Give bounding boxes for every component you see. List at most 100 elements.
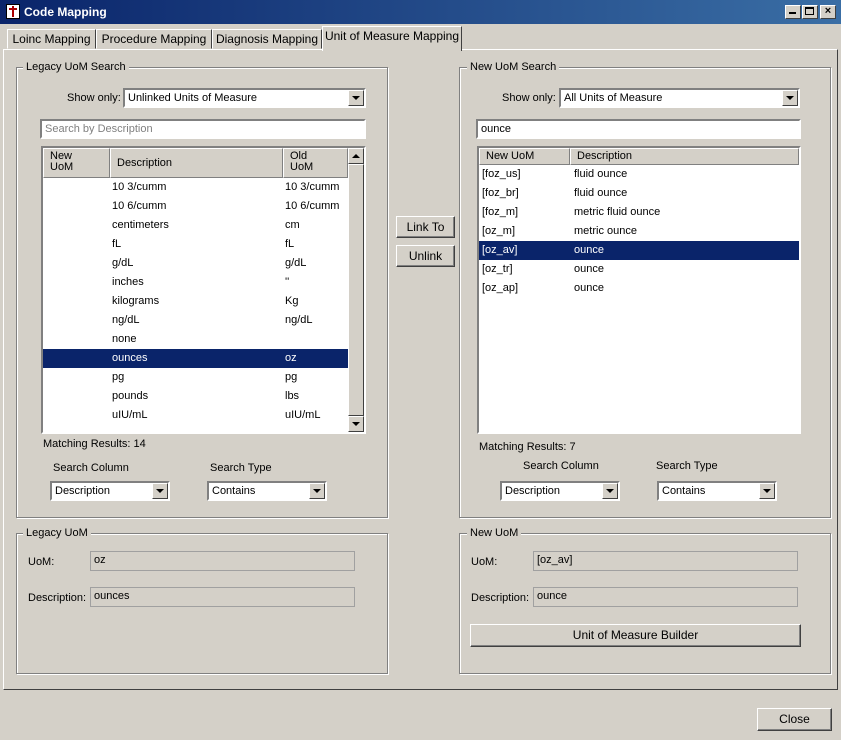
legacy-show-only-select[interactable]: Unlinked Units of Measure bbox=[123, 88, 366, 108]
column-header-description[interactable]: Description bbox=[110, 148, 283, 178]
column-header-new-uom[interactable]: New UoM bbox=[479, 148, 570, 165]
table-row[interactable]: 10 3/cumm 10 3/cumm bbox=[43, 178, 348, 197]
cell-old: 10 6/cumm bbox=[285, 200, 340, 212]
cell-desc: uIU/mL bbox=[112, 409, 148, 421]
new-uom-label: UoM: bbox=[471, 556, 498, 568]
table-row[interactable]: [foz_us] fluid ounce bbox=[479, 165, 799, 184]
legacy-matching-results: Matching Results: 14 bbox=[43, 438, 146, 450]
new-matching-results: Matching Results: 7 bbox=[479, 441, 576, 453]
table-row[interactable]: pounds lbs bbox=[43, 387, 348, 406]
title-bar bbox=[0, 0, 841, 24]
new-uom-field: [oz_av] bbox=[533, 551, 798, 571]
cell-desc: pounds bbox=[112, 390, 149, 402]
legacy-search-column-label: Search Column bbox=[53, 462, 129, 474]
legacy-search-type-select[interactable]: Contains bbox=[207, 481, 327, 501]
table-row[interactable]: pg pg bbox=[43, 368, 348, 387]
tab-loinc-mapping[interactable]: Loinc Mapping bbox=[7, 29, 96, 49]
new-search-column-label: Search Column bbox=[523, 460, 599, 472]
close-button[interactable]: Close bbox=[757, 708, 832, 731]
new-search-column-select[interactable]: Description bbox=[500, 481, 620, 501]
cell-old: g/dL bbox=[285, 257, 307, 269]
new-search-type-select[interactable]: Contains bbox=[657, 481, 777, 501]
table-row[interactable]: [oz_tr] ounce bbox=[479, 260, 799, 279]
table-row[interactable]: ounces oz bbox=[43, 349, 348, 368]
table-row[interactable]: [oz_av] ounce bbox=[479, 241, 799, 260]
cell-desc: 10 3/cumm bbox=[112, 181, 167, 193]
chevron-down-icon[interactable] bbox=[348, 90, 364, 106]
table-row[interactable]: [oz_ap] ounce bbox=[479, 279, 799, 298]
minimize-button[interactable] bbox=[785, 5, 801, 19]
table-row[interactable]: 10 6/cumm 10 6/cumm bbox=[43, 197, 348, 216]
cell-desc: ounces bbox=[112, 352, 148, 364]
legacy-show-only-label: Show only: bbox=[67, 92, 121, 104]
tab-diagnosis-mapping[interactable]: Diagnosis Mapping bbox=[212, 29, 322, 49]
app-icon bbox=[6, 4, 20, 19]
cell-old: Kg bbox=[285, 295, 299, 307]
chevron-down-icon[interactable] bbox=[602, 483, 618, 499]
scroll-down-icon[interactable] bbox=[348, 416, 364, 432]
column-header-old-uom[interactable]: Old UoM bbox=[283, 148, 348, 178]
legacy-search-column-select[interactable]: Description bbox=[50, 481, 170, 501]
table-row[interactable]: inches '' bbox=[43, 273, 348, 292]
close-window-button[interactable]: × bbox=[820, 5, 836, 19]
new-search-type-label: Search Type bbox=[656, 460, 718, 472]
legacy-uom-field: oz bbox=[90, 551, 355, 571]
cell-old: 10 3/cumm bbox=[285, 181, 340, 193]
cell-desc: none bbox=[112, 333, 137, 345]
cell-old: oz bbox=[285, 352, 297, 364]
maximize-button[interactable] bbox=[802, 5, 818, 19]
legacy-search-type-label: Search Type bbox=[210, 462, 272, 474]
legacy-search-input[interactable]: Search by Description bbox=[40, 119, 366, 139]
cell-old: pg bbox=[285, 371, 298, 383]
table-row[interactable]: kilograms Kg bbox=[43, 292, 348, 311]
legacy-uom-label: UoM: bbox=[28, 556, 55, 568]
table-row[interactable]: [oz_m] metric ounce bbox=[479, 222, 799, 241]
new-uom-list[interactable]: New UoM Description [foz_us] fluid ounce[… bbox=[477, 146, 801, 434]
table-row[interactable]: [foz_m] metric fluid ounce bbox=[479, 203, 799, 222]
table-row[interactable]: uIU/mL uIU/mL bbox=[43, 406, 348, 425]
table-row[interactable]: centimeters cm bbox=[43, 216, 348, 235]
chevron-down-icon[interactable] bbox=[152, 483, 168, 499]
table-row[interactable]: [foz_br] fluid ounce bbox=[479, 184, 799, 203]
close-icon: × bbox=[824, 5, 832, 17]
column-header-new-uom[interactable]: New UoM bbox=[43, 148, 110, 178]
cell-old: ng/dL bbox=[285, 314, 313, 326]
tab-procedure-mapping[interactable]: Procedure Mapping bbox=[96, 29, 212, 49]
cell-desc: kilograms bbox=[112, 295, 160, 307]
unit-of-measure-builder-button[interactable]: Unit of Measure Builder bbox=[470, 624, 801, 647]
column-header-description[interactable]: Description bbox=[570, 148, 799, 165]
legacy-uom-list[interactable]: New UoM Description Old UoM 10 3/cumm 10 … bbox=[41, 146, 366, 434]
cell-desc: ounce bbox=[574, 282, 604, 294]
new-search-input[interactable]: ounce bbox=[476, 119, 801, 139]
new-uom-title: New UoM bbox=[467, 527, 522, 539]
chevron-down-icon[interactable] bbox=[309, 483, 325, 499]
cell-desc: metric fluid ounce bbox=[574, 206, 661, 218]
chevron-down-icon[interactable] bbox=[759, 483, 775, 499]
table-row[interactable]: none bbox=[43, 330, 348, 349]
new-description-label: Description: bbox=[471, 592, 530, 604]
tab-unit-of-measure-mapping[interactable]: Unit of Measure Mapping bbox=[322, 26, 462, 51]
link-to-button[interactable]: Link To bbox=[396, 216, 455, 238]
window-title: Code Mapping bbox=[24, 5, 107, 19]
legacy-uom-search-title: Legacy UoM Search bbox=[23, 61, 129, 73]
new-description-field: ounce bbox=[533, 587, 798, 607]
cell-desc: inches bbox=[112, 276, 144, 288]
cell-desc: fluid ounce bbox=[574, 168, 628, 180]
cell-old: lbs bbox=[285, 390, 300, 402]
cell-new: [foz_us] bbox=[482, 168, 521, 180]
chevron-down-icon[interactable] bbox=[782, 90, 798, 106]
new-show-only-select[interactable]: All Units of Measure bbox=[559, 88, 800, 108]
cell-old: cm bbox=[285, 219, 300, 231]
cell-desc: metric ounce bbox=[574, 225, 637, 237]
new-list-header: New UoM Description bbox=[479, 148, 799, 165]
legacy-list-header: New UoM Description Old UoM bbox=[43, 148, 348, 178]
table-row[interactable]: ng/dL ng/dL bbox=[43, 311, 348, 330]
scroll-thumb[interactable] bbox=[348, 164, 364, 416]
table-row[interactable]: fL fL bbox=[43, 235, 348, 254]
scroll-up-icon[interactable] bbox=[348, 148, 364, 164]
table-row[interactable]: g/dL g/dL bbox=[43, 254, 348, 273]
unlink-button[interactable]: Unlink bbox=[396, 245, 455, 267]
cell-desc: 10 6/cumm bbox=[112, 200, 167, 212]
cell-old: fL bbox=[285, 238, 295, 250]
legacy-list-scrollbar[interactable] bbox=[348, 148, 364, 432]
